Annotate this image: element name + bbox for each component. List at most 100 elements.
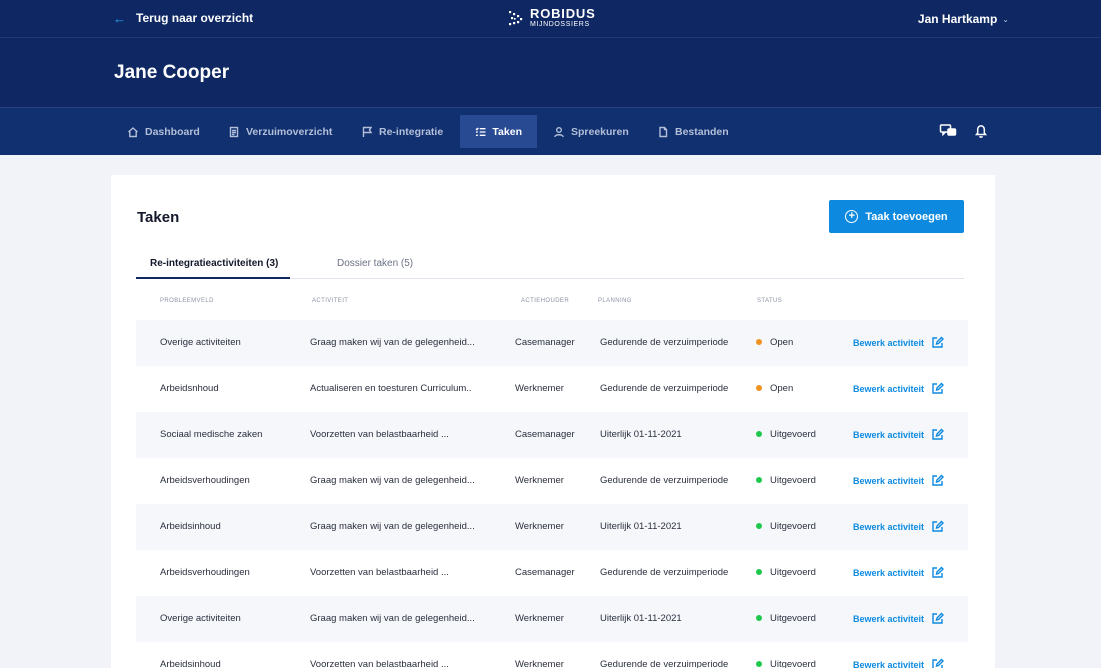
edit-activity-link[interactable]: Bewerk activiteit: [853, 612, 945, 625]
cell-planning: Gedurende de verzuimperiode: [600, 567, 729, 578]
nav-item-verzuimoverzicht[interactable]: Verzuimoverzicht: [213, 115, 347, 148]
edit-activity-label: Bewerk activiteit: [853, 475, 925, 486]
nav-item-re-integratie[interactable]: Re-integratie: [346, 115, 458, 148]
edit-activity-link[interactable]: Bewerk activiteit: [853, 382, 945, 395]
chat-button[interactable]: [939, 122, 957, 140]
edit-icon: [932, 520, 945, 532]
flag-icon: [362, 126, 373, 137]
cell-probleemveld: Arbeidsnhoud: [160, 383, 219, 394]
cell-planning: Uiterlijk 01-11-2021: [600, 521, 682, 532]
status-dot: [756, 477, 762, 483]
cell-planning: Uiterlijk 01-11-2021: [600, 429, 682, 440]
cell-planning: Gedurende de verzuimperiode: [600, 659, 729, 668]
table-row: Overige activiteiten Graag maken wij van…: [136, 596, 968, 642]
nav-item-dashboard[interactable]: Dashboard: [112, 115, 215, 148]
tasks-card: Taken + Taak toevoegen Re-integratieacti…: [111, 175, 995, 668]
cell-activiteit: Voorzetten van belastbaarheid ...: [310, 659, 449, 668]
edit-activity-link[interactable]: Bewerk activiteit: [853, 336, 945, 349]
cell-status: Uitgevoerd: [770, 475, 816, 486]
edit-activity-label: Bewerk activiteit: [853, 659, 925, 668]
document-icon: [229, 126, 239, 137]
edit-activity-label: Bewerk activiteit: [853, 567, 925, 578]
cell-status: Open: [770, 383, 794, 394]
cell-status: Uitgevoerd: [770, 613, 816, 624]
column-header-actiehouder: Actiehouder: [521, 298, 570, 304]
edit-activity-label: Bewerk activiteit: [853, 429, 925, 440]
robidus-logo[interactable]: ROBIDUS MIJNDOSSIERS: [508, 7, 596, 28]
cell-activiteit: Graag maken wij van de gelegenheid...: [310, 521, 475, 532]
user-menu[interactable]: Jan Hartkamp ⌄: [918, 12, 1009, 26]
table-header: Probleemveld Activiteit Actiehouder Plan…: [136, 295, 964, 309]
cell-actiehouder: Casemanager: [515, 567, 575, 578]
status-dot: [756, 661, 762, 667]
main-nav: Dashboard Verzuimoverzicht Re-integratie…: [0, 108, 1101, 155]
plus-circle-icon: +: [845, 210, 859, 223]
cell-actiehouder: Werknemer: [515, 521, 564, 532]
table-row: Arbeidsnhoud Actualiseren en toesturen C…: [136, 366, 968, 412]
cell-activiteit: Voorzetten van belastbaarheid ...: [310, 429, 449, 440]
nav-item-label: Verzuimoverzicht: [246, 125, 333, 138]
cell-probleemveld: Arbeidsverhoudingen: [160, 475, 250, 486]
edit-icon: [932, 474, 945, 486]
cell-planning: Gedurende de verzuimperiode: [600, 383, 729, 394]
status-dot: [756, 569, 762, 575]
active-tab-indicator: [136, 277, 290, 279]
card-title: Taken: [137, 209, 180, 226]
page-header: Jane Cooper: [0, 38, 1101, 108]
cell-probleemveld: Overige activiteiten: [160, 337, 241, 348]
edit-activity-label: Bewerk activiteit: [853, 337, 925, 348]
cell-planning: Gedurende de verzuimperiode: [600, 475, 729, 486]
top-bar: ← Terug naar overzicht ROBIDUS MIJNDOSSI…: [0, 0, 1101, 38]
cell-probleemveld: Arbeidsverhoudingen: [160, 567, 250, 578]
edit-activity-link[interactable]: Bewerk activiteit: [853, 520, 945, 533]
column-header-status: Status: [757, 298, 783, 304]
logo-mark-icon: [509, 10, 523, 25]
arrow-left-icon: ←: [113, 10, 126, 26]
cell-probleemveld: Arbeidsinhoud: [160, 659, 221, 668]
table-row: Arbeidsverhoudingen Voorzetten van belas…: [136, 550, 968, 596]
cell-probleemveld: Arbeidsinhoud: [160, 521, 221, 532]
cell-planning: Uiterlijk 01-11-2021: [600, 613, 682, 624]
status-dot: [756, 431, 762, 437]
cell-status: Uitgevoerd: [770, 521, 816, 532]
checklist-icon: [475, 127, 486, 136]
table-row: Sociaal medische zaken Voorzetten van be…: [136, 412, 968, 458]
tab-dossier-taken[interactable]: Dossier taken (5): [337, 258, 413, 269]
cell-planning: Gedurende de verzuimperiode: [600, 337, 729, 348]
table-row: Arbeidsinhoud Graag maken wij van de gel…: [136, 504, 968, 550]
edit-activity-label: Bewerk activiteit: [853, 383, 925, 394]
nav-item-label: Re-integratie: [379, 125, 444, 138]
tab-re-integratieactiviteiten[interactable]: Re-integratieactiviteiten (3): [150, 258, 278, 269]
bell-icon: [974, 125, 988, 138]
edit-activity-link[interactable]: Bewerk activiteit: [853, 658, 945, 668]
edit-icon: [932, 566, 945, 578]
add-task-label: Taak toevoegen: [865, 210, 948, 223]
cell-actiehouder: Werknemer: [515, 659, 564, 668]
page-title: Jane Cooper: [114, 62, 230, 83]
chevron-down-icon: ⌄: [1002, 14, 1009, 24]
home-icon: [128, 126, 138, 137]
logo-brand: ROBIDUS: [530, 6, 596, 21]
cell-probleemveld: Sociaal medische zaken: [160, 429, 263, 440]
edit-activity-label: Bewerk activiteit: [853, 521, 925, 532]
edit-icon: [932, 382, 945, 394]
chat-icon: [939, 124, 957, 137]
nav-item-label: Dashboard: [145, 125, 200, 138]
cell-activiteit: Graag maken wij van de gelegenheid...: [310, 475, 475, 486]
notifications-button[interactable]: [972, 122, 990, 140]
nav-item-taken[interactable]: Taken: [460, 115, 537, 148]
cell-activiteit: Actualiseren en toesturen Curriculum..: [310, 383, 472, 394]
edit-activity-link[interactable]: Bewerk activiteit: [853, 428, 945, 441]
edit-activity-link[interactable]: Bewerk activiteit: [853, 566, 945, 579]
cell-status: Open: [770, 337, 794, 348]
cell-status: Uitgevoerd: [770, 429, 816, 440]
cell-probleemveld: Overige activiteiten: [160, 613, 241, 624]
edit-activity-link[interactable]: Bewerk activiteit: [853, 474, 945, 487]
nav-item-bestanden[interactable]: Bestanden: [642, 115, 744, 148]
status-dot: [756, 385, 762, 391]
column-header-activiteit: Activiteit: [312, 298, 349, 304]
add-task-button[interactable]: + Taak toevoegen: [829, 200, 964, 233]
nav-item-spreekuren[interactable]: Spreekuren: [538, 115, 644, 148]
back-to-overview-link[interactable]: ← Terug naar overzicht: [113, 11, 253, 25]
cell-activiteit: Voorzetten van belastbaarheid ...: [310, 567, 449, 578]
